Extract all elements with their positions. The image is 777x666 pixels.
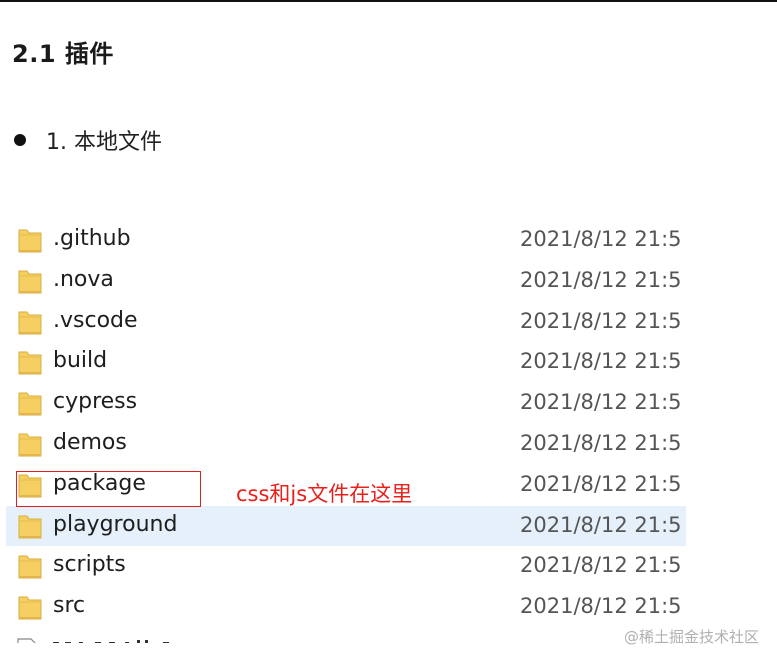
folder-icon — [17, 308, 43, 336]
file-name: demos — [53, 430, 127, 455]
folder-icon — [17, 226, 43, 254]
file-row[interactable]: build 2021/8/12 21:5 — [6, 342, 686, 382]
file-name: build — [53, 348, 108, 374]
file-name: src — [53, 593, 86, 619]
top-divider — [0, 0, 777, 2]
file-list: .github 2021/8/12 21:5 .nova 2021/8/12 21:5… — [6, 220, 686, 640]
file-date: 2021/8/12 21:5 — [520, 431, 682, 455]
file-name: .nova — [53, 266, 114, 292]
file-row[interactable]: .github 2021/8/12 21:5 — [6, 220, 686, 260]
file-name: .vscode — [53, 307, 138, 333]
file-name: playground — [53, 511, 178, 537]
file-row[interactable]: src 2021/8/12 21:5 — [6, 587, 686, 627]
file-date: 2021/8/12 21:5 — [520, 390, 682, 415]
bullet-text: 1. 本地文件 — [46, 130, 162, 155]
file-row[interactable]: .vscode 2021/8/12 21:5 — [6, 302, 686, 342]
folder-icon — [17, 593, 43, 621]
folder-icon — [17, 389, 43, 417]
file-date: 2021/8/12 21:5 — [520, 308, 682, 333]
folder-icon — [17, 430, 43, 458]
annotation-text: css和js文件在这里 — [236, 482, 413, 506]
file-row[interactable]: scripts 2021/8/12 21:5 — [6, 546, 686, 586]
file-name: scripts — [53, 552, 126, 578]
bullet-dot-icon — [14, 134, 26, 146]
file-row[interactable]: demos 2021/8/12 21:5 — [6, 424, 686, 464]
file-row[interactable]: cypress 2021/8/12 21:5 — [6, 383, 686, 423]
watermark-text: @稀土掘金技术社区 — [623, 628, 759, 646]
folder-icon — [17, 267, 43, 295]
section-heading: 2.1 插件 — [12, 40, 114, 68]
file-date: 2021/8/12 21:5 — [520, 553, 682, 578]
partial-file-row — [17, 633, 177, 643]
file-date: 2021/8/12 21:5 — [520, 594, 682, 619]
file-date: 2021/8/12 21:5 — [520, 227, 682, 251]
folder-icon — [17, 552, 43, 580]
file-date: 2021/8/12 21:5 — [520, 349, 682, 374]
file-row[interactable]: playground 2021/8/12 21:5 — [6, 505, 686, 546]
file-date: 2021/8/12 21:5 — [520, 267, 682, 292]
bullet-item: 1. 本地文件 — [14, 124, 162, 156]
file-row[interactable]: .nova 2021/8/12 21:5 — [6, 261, 686, 301]
file-name: cypress — [53, 389, 138, 415]
file-date: 2021/8/12 21:5 — [520, 471, 682, 496]
folder-icon — [17, 348, 43, 376]
file-name: .github — [53, 226, 131, 251]
folder-icon — [17, 512, 43, 540]
highlight-box — [16, 471, 201, 507]
file-date: 2021/8/12 21:5 — [520, 512, 682, 537]
